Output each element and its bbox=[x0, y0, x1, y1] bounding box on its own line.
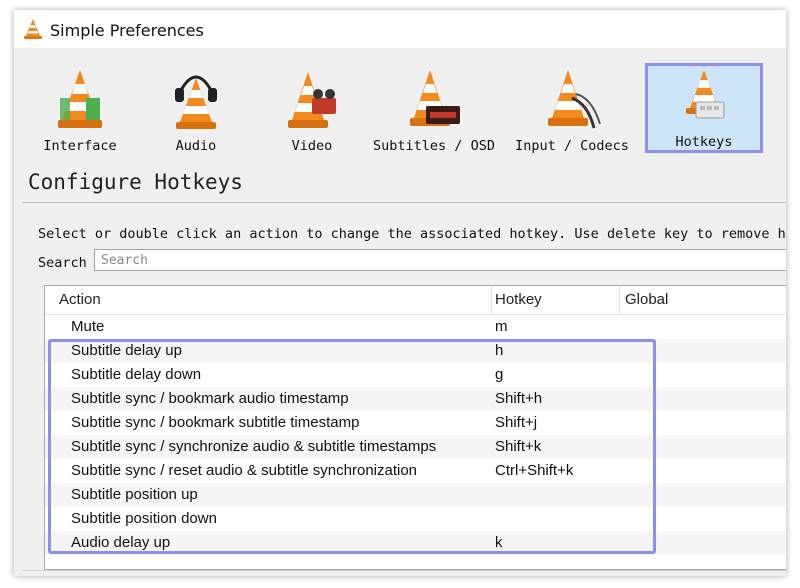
column-divider[interactable] bbox=[619, 286, 620, 314]
table-row[interactable]: Subtitle sync / bookmark subtitle timest… bbox=[45, 411, 786, 435]
section-title: Configure Hotkeys bbox=[28, 170, 243, 194]
table-row[interactable]: Subtitle position up bbox=[45, 483, 786, 507]
column-divider[interactable] bbox=[491, 286, 492, 314]
input-codecs-cone-icon bbox=[548, 70, 601, 129]
video-cone-icon bbox=[288, 72, 336, 128]
search-input[interactable] bbox=[94, 249, 786, 271]
action-cell: Mute bbox=[71, 318, 105, 335]
title-bar: Simple Preferences bbox=[14, 10, 786, 48]
vlc-cone-icon bbox=[24, 19, 42, 39]
hotkey-cell: Ctrl+Shift+k bbox=[495, 462, 574, 479]
tab-hotkeys[interactable]: Hotkeys bbox=[645, 63, 763, 153]
window-title: Simple Preferences bbox=[50, 21, 204, 40]
table-row[interactable]: Mute m bbox=[45, 315, 786, 339]
hotkey-cell: Shift+k bbox=[495, 438, 542, 455]
table-row[interactable]: Subtitle delay up h bbox=[45, 339, 786, 363]
hotkeys-description: Select or double click an action to chan… bbox=[38, 226, 786, 242]
hotkey-cell: g bbox=[495, 366, 504, 383]
tab-hotkeys-label: Hotkeys bbox=[675, 134, 733, 150]
action-cell: Subtitle sync / reset audio & subtitle s… bbox=[71, 462, 418, 479]
table-row[interactable]: Audio delay up k bbox=[45, 531, 786, 555]
audio-cone-icon bbox=[175, 75, 217, 129]
tab-interface[interactable]: Interface bbox=[20, 62, 140, 162]
tab-audio[interactable]: Audio bbox=[136, 62, 256, 162]
search-label: Search bbox=[38, 255, 87, 271]
table-row[interactable]: Subtitle position down bbox=[45, 507, 786, 531]
tab-video-label: Video bbox=[291, 138, 333, 154]
hotkey-cell: m bbox=[495, 318, 508, 335]
interface-cone-icon bbox=[58, 70, 102, 128]
tab-audio-label: Audio bbox=[175, 138, 217, 154]
table-row[interactable]: Subtitle sync / bookmark audio timestamp… bbox=[45, 387, 786, 411]
action-cell: Subtitle position up bbox=[71, 486, 198, 503]
action-cell: Subtitle sync / bookmark audio timestamp bbox=[71, 390, 349, 407]
tab-subtitles-osd-label: Subtitles / OSD bbox=[373, 138, 495, 154]
hotkey-cell: h bbox=[495, 342, 504, 359]
action-cell: Subtitle sync / synchronize audio & subt… bbox=[71, 438, 437, 455]
table-row[interactable]: Subtitle delay down g bbox=[45, 363, 786, 387]
action-cell: Subtitle delay down bbox=[71, 366, 202, 383]
hotkey-cell: Shift+h bbox=[495, 390, 543, 407]
hotkeys-cone-icon bbox=[686, 70, 725, 119]
tab-video[interactable]: Video bbox=[252, 62, 372, 162]
hotkeys-table: Action Hotkey Global Mute m Subtitle del… bbox=[44, 285, 786, 570]
tab-interface-label: Interface bbox=[43, 138, 117, 154]
category-toolbar: Interface Audio Video Subtitles / OSD In… bbox=[14, 48, 786, 166]
tab-subtitles-osd[interactable]: Subtitles / OSD bbox=[373, 62, 495, 162]
hotkey-cell: Shift+j bbox=[495, 414, 538, 431]
hotkey-cell: k bbox=[495, 534, 503, 551]
section-divider bbox=[22, 202, 786, 203]
action-cell: Subtitle position down bbox=[71, 510, 217, 527]
subtitles-cone-icon bbox=[410, 70, 460, 126]
column-header-hotkey[interactable]: Hotkey bbox=[495, 291, 542, 308]
bottom-divider bbox=[22, 570, 786, 571]
column-header-action[interactable]: Action bbox=[59, 291, 101, 308]
table-header: Action Hotkey Global bbox=[45, 286, 786, 315]
table-row[interactable]: Subtitle sync / synchronize audio & subt… bbox=[45, 435, 786, 459]
action-cell: Subtitle sync / bookmark subtitle timest… bbox=[71, 414, 360, 431]
preferences-window: Simple Preferences Interface Audio Video… bbox=[14, 10, 786, 576]
action-cell: Audio delay up bbox=[71, 534, 171, 551]
tab-input-codecs-label: Input / Codecs bbox=[515, 138, 629, 154]
column-header-global[interactable]: Global bbox=[625, 291, 668, 308]
table-row[interactable]: Subtitle sync / reset audio & subtitle s… bbox=[45, 459, 786, 483]
action-cell: Subtitle delay up bbox=[71, 342, 182, 359]
tab-input-codecs[interactable]: Input / Codecs bbox=[512, 62, 632, 162]
